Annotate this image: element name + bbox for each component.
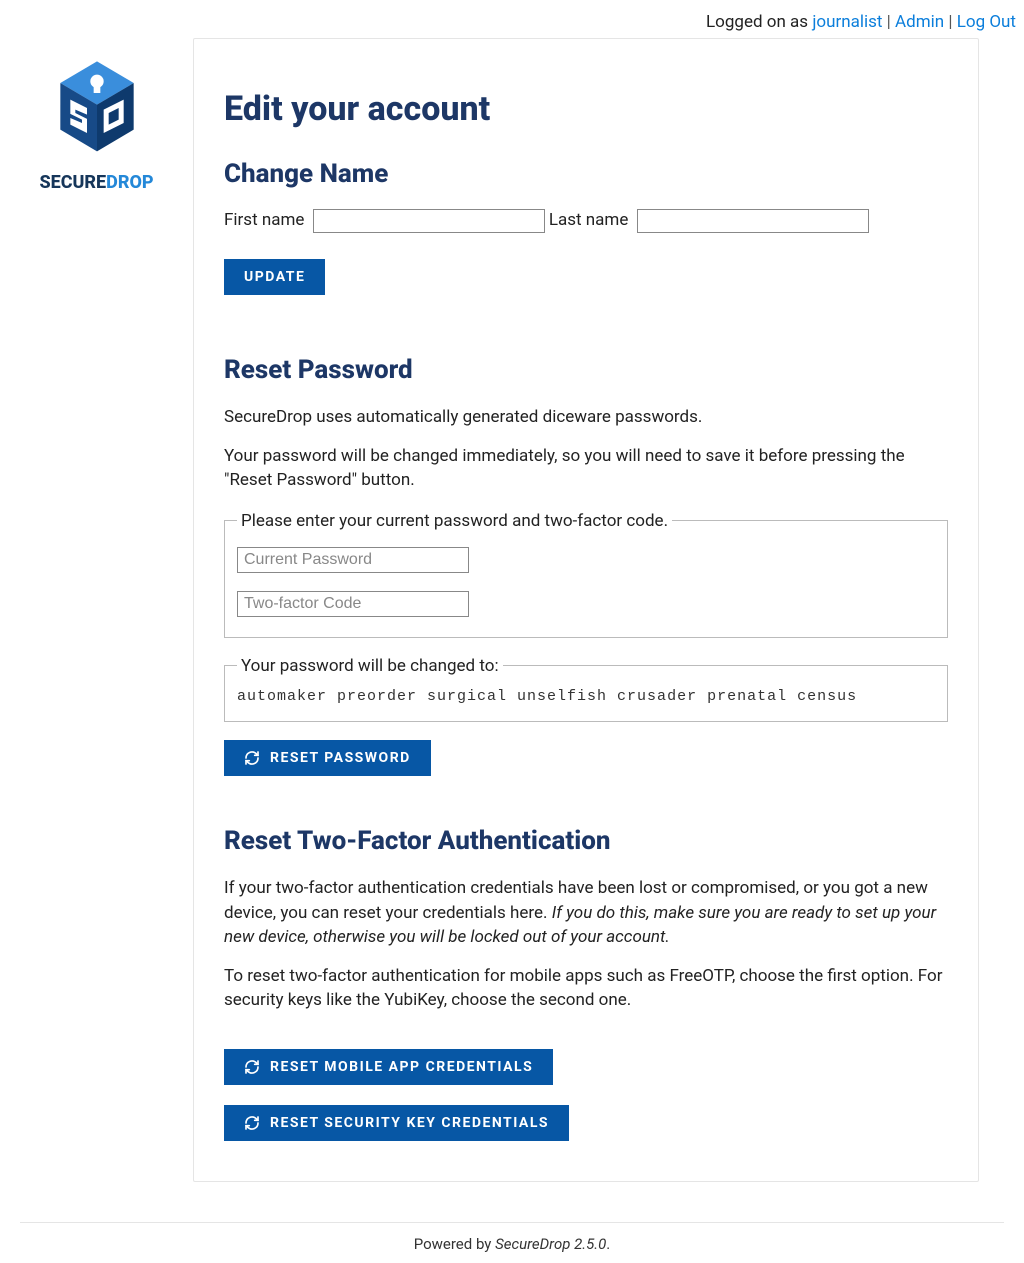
admin-link[interactable]: Admin: [895, 12, 944, 32]
first-name-input[interactable]: [313, 209, 545, 233]
reset-password-button-label: RESET PASSWORD: [270, 750, 411, 766]
first-name-label: First name: [224, 210, 304, 230]
refresh-icon: [244, 1059, 260, 1075]
separator: |: [948, 12, 956, 32]
wordmark-drop: DROP: [106, 172, 153, 193]
sidebar: SECUREDROP: [0, 38, 193, 1182]
footer-separator: [20, 1222, 1004, 1223]
verify-legend: Please enter your current password and t…: [237, 511, 672, 531]
refresh-icon: [244, 750, 260, 766]
reset-2fa-heading: Reset Two-Factor Authentication: [224, 826, 948, 856]
last-name-label: Last name: [549, 210, 629, 230]
new-password-legend: Your password will be changed to:: [237, 656, 503, 676]
last-name-input[interactable]: [637, 209, 869, 233]
reset-mobile-app-button-label: RESET MOBILE APP CREDENTIALS: [270, 1059, 533, 1075]
two-factor-code-input[interactable]: [237, 591, 469, 617]
logout-link[interactable]: Log Out: [957, 12, 1016, 32]
refresh-icon: [244, 1115, 260, 1131]
logo: SECUREDROP: [0, 58, 193, 193]
new-password-fieldset: Your password will be changed to: automa…: [224, 656, 948, 722]
footer: Powered by SecureDrop 2.5.0.: [0, 1235, 1024, 1263]
name-form: First name Last name: [224, 209, 948, 233]
footer-product: SecureDrop 2.5.0: [495, 1235, 606, 1253]
footer-prefix: Powered by: [414, 1235, 495, 1253]
reset-password-desc-2: Your password will be changed immediatel…: [224, 444, 948, 493]
page-title: Edit your account: [224, 89, 948, 129]
separator: |: [887, 12, 895, 32]
top-header: Logged on as journalist | Admin | Log Ou…: [0, 0, 1024, 38]
footer-suffix: .: [606, 1235, 610, 1253]
main-panel: Edit your account Change Name First name…: [193, 38, 979, 1182]
new-password-value: automaker preorder surgical unselfish cr…: [237, 686, 935, 707]
wordmark: SECUREDROP: [39, 172, 153, 193]
user-link[interactable]: journalist: [812, 12, 882, 32]
wordmark-secure: SECURE: [39, 172, 106, 193]
current-password-input[interactable]: [237, 547, 469, 573]
reset-security-key-button[interactable]: RESET SECURITY KEY CREDENTIALS: [224, 1105, 569, 1141]
verify-fieldset: Please enter your current password and t…: [224, 511, 948, 638]
reset-mobile-app-button[interactable]: RESET MOBILE APP CREDENTIALS: [224, 1049, 553, 1085]
reset-password-heading: Reset Password: [224, 355, 948, 385]
reset-2fa-desc-2: To reset two-factor authentication for m…: [224, 964, 948, 1013]
reset-2fa-desc-1: If your two-factor authentication creden…: [224, 876, 948, 950]
reset-password-desc-1: SecureDrop uses automatically generated …: [224, 405, 948, 430]
reset-security-key-button-label: RESET SECURITY KEY CREDENTIALS: [270, 1115, 549, 1131]
change-name-heading: Change Name: [224, 159, 948, 189]
reset-password-button[interactable]: RESET PASSWORD: [224, 740, 431, 776]
logged-on-label: Logged on as: [706, 12, 812, 32]
update-button[interactable]: UPDATE: [224, 259, 325, 295]
securedrop-cube-icon: [55, 58, 139, 158]
